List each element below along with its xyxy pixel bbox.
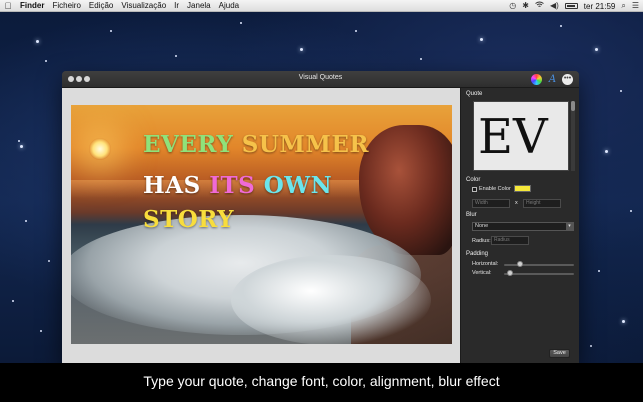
star — [40, 330, 42, 332]
blur-section-label: Blur — [466, 212, 477, 218]
star — [25, 220, 27, 222]
radius-field[interactable]: Radius — [491, 236, 529, 245]
sun — [89, 138, 111, 160]
enable-color-checkbox[interactable] — [472, 187, 477, 192]
clock[interactable]: ter 21:59 — [584, 2, 616, 11]
horizontal-slider-track[interactable] — [504, 264, 574, 266]
star — [630, 210, 632, 212]
battery-icon[interactable] — [564, 3, 578, 9]
search-icon[interactable]: ⌕ — [621, 0, 625, 12]
times-label: x — [515, 200, 518, 206]
wave-foam — [231, 255, 431, 344]
title-bar[interactable]: Visual Quotes A ••• — [62, 71, 579, 88]
star — [605, 150, 608, 153]
vertical-slider-knob[interactable] — [507, 270, 514, 276]
more-icon[interactable]: ••• — [562, 74, 573, 85]
star — [595, 48, 598, 51]
visual-quotes-window: Visual Quotes A ••• EVERY SUMMER HAS ITS… — [62, 71, 579, 363]
star — [355, 30, 357, 32]
scroll-thumb[interactable] — [571, 101, 575, 111]
star — [598, 270, 600, 272]
color-swatch[interactable] — [514, 185, 531, 192]
height-field[interactable]: Height — [523, 199, 561, 208]
radius-label: Radius: — [472, 238, 491, 244]
star — [300, 48, 303, 51]
star — [590, 345, 592, 347]
menu-ficheiro[interactable]: Ficheiro — [48, 0, 84, 12]
volume-icon[interactable]: ◀) — [550, 0, 559, 12]
window-title: Visual Quotes — [298, 74, 343, 81]
quote-word: STORY — [143, 206, 235, 233]
horizontal-label: Horizontal: — [472, 261, 499, 267]
wifi-icon[interactable] — [535, 0, 544, 12]
menu-janela[interactable]: Janela — [183, 0, 215, 12]
enable-color-label: Enable Color — [479, 186, 511, 192]
star — [110, 30, 112, 32]
quote-section-label: Quote — [466, 91, 483, 97]
bluetooth-icon[interactable]: ✱ — [522, 0, 529, 12]
vertical-slider-track[interactable] — [504, 273, 574, 275]
caption-bar: Type your quote, change font, color, ali… — [0, 363, 643, 402]
preview-pane: EVERY SUMMER HAS ITS OWN STORY — [62, 88, 460, 363]
color-wheel-icon[interactable] — [531, 74, 542, 85]
padding-section-label: Padding — [466, 251, 489, 257]
vertical-label: Vertical: — [472, 270, 492, 276]
quote-line-3: STORY — [143, 206, 234, 233]
menu-ajuda[interactable]: Ajuda — [215, 0, 243, 12]
quote-word: HAS — [143, 172, 210, 199]
horizontal-slider-knob[interactable] — [516, 261, 523, 267]
list-icon[interactable]: ☰ — [632, 0, 639, 12]
blur-select-value: None — [475, 223, 489, 229]
font-icon[interactable]: A — [547, 74, 558, 85]
star — [622, 320, 625, 323]
status-area: ◷ ✱ ◀) ter 21:59 ⌕ ☰ — [509, 0, 639, 12]
quote-word: ITS — [209, 172, 264, 199]
star — [240, 22, 242, 24]
caption-text: Type your quote, change font, color, ali… — [143, 373, 500, 389]
menu-bar:  Finder Ficheiro Edição Visualização Ir… — [0, 0, 643, 12]
star — [560, 25, 562, 27]
star — [420, 58, 422, 60]
star — [18, 140, 20, 142]
star — [620, 90, 622, 92]
apple-icon[interactable]:  — [0, 1, 16, 11]
star — [175, 55, 177, 57]
menu-app-finder[interactable]: Finder — [16, 0, 48, 12]
quote-word: EVERY — [143, 131, 242, 158]
font-preview[interactable]: EV — [473, 101, 569, 171]
save-button[interactable]: Save — [549, 349, 570, 358]
blur-select[interactable]: None ▾ — [472, 222, 574, 231]
font-preview-scrollbar[interactable] — [571, 101, 575, 171]
time-machine-icon[interactable]: ◷ — [509, 0, 516, 12]
color-section-label: Color — [466, 177, 481, 183]
star — [48, 260, 50, 262]
quote-word: OWN — [263, 172, 333, 199]
menu-edicao[interactable]: Edição — [85, 0, 117, 12]
inspector-panel: Quote EV Color Enable Color Width x Heig… — [460, 88, 579, 363]
quote-line-1: EVERY SUMMER — [143, 131, 369, 158]
star — [480, 38, 483, 41]
quote-word: SUMMER — [241, 131, 369, 158]
width-field[interactable]: Width — [472, 199, 510, 208]
menu-ir[interactable]: Ir — [170, 0, 183, 12]
chevron-down-icon: ▾ — [566, 223, 573, 230]
star — [36, 40, 39, 43]
star — [12, 300, 14, 302]
menu-visualizacao[interactable]: Visualização — [117, 0, 170, 12]
quote-canvas[interactable]: EVERY SUMMER HAS ITS OWN STORY — [71, 105, 452, 344]
star — [20, 145, 23, 148]
star — [45, 60, 47, 62]
quote-line-2: HAS ITS OWN — [143, 172, 332, 199]
